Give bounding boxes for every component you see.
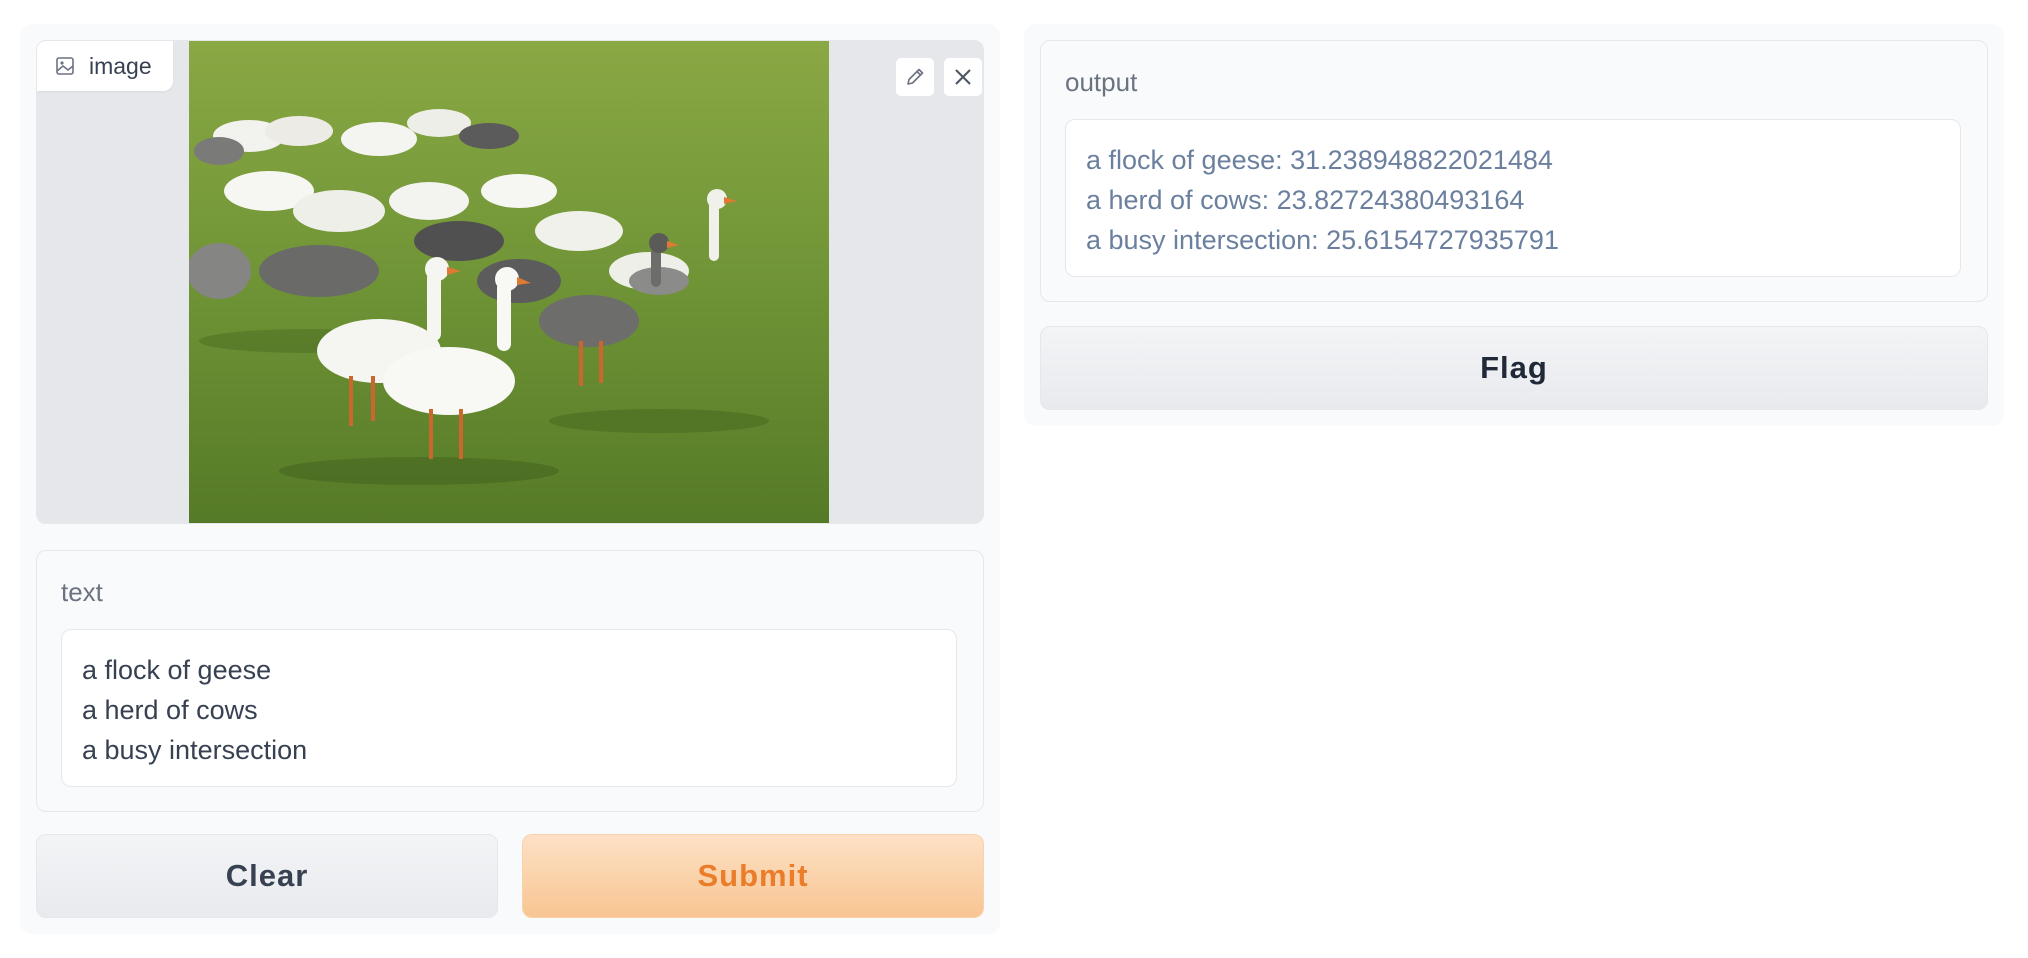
output-line: a busy intersection: 25.6154727935791	[1086, 225, 1559, 255]
text-line: a busy intersection	[82, 735, 308, 765]
output-textbox[interactable]: a flock of geese: 31.238948822021484 a h…	[1065, 119, 1961, 277]
edit-image-button[interactable]	[895, 57, 935, 97]
image-input[interactable]: image	[36, 40, 984, 524]
output-panel: output a flock of geese: 31.238948822021…	[1024, 24, 2004, 426]
text-line: a flock of geese	[82, 655, 272, 685]
pencil-icon	[904, 66, 926, 88]
output-block: output a flock of geese: 31.238948822021…	[1040, 40, 1988, 302]
input-panel: image text a flock of geese a herd of co…	[20, 24, 1000, 934]
image-input-label: image	[37, 41, 173, 91]
text-input-block: text a flock of geese a herd of cows a b…	[36, 550, 984, 812]
close-icon	[953, 67, 973, 87]
image-icon	[55, 56, 75, 76]
flag-button[interactable]: Flag	[1040, 326, 1988, 410]
text-line: a herd of cows	[82, 695, 258, 725]
text-input-label: text	[61, 577, 103, 607]
output-line: a herd of cows: 23.82724380493164	[1086, 185, 1525, 215]
output-line: a flock of geese: 31.238948822021484	[1086, 145, 1553, 175]
uploaded-image	[189, 41, 829, 523]
image-label-text: image	[89, 52, 152, 79]
output-label: output	[1065, 67, 1138, 97]
submit-button[interactable]: Submit	[522, 834, 984, 918]
clear-button[interactable]: Clear	[36, 834, 498, 918]
clear-image-button[interactable]	[943, 57, 983, 97]
text-input-area[interactable]: a flock of geese a herd of cows a busy i…	[61, 629, 957, 787]
